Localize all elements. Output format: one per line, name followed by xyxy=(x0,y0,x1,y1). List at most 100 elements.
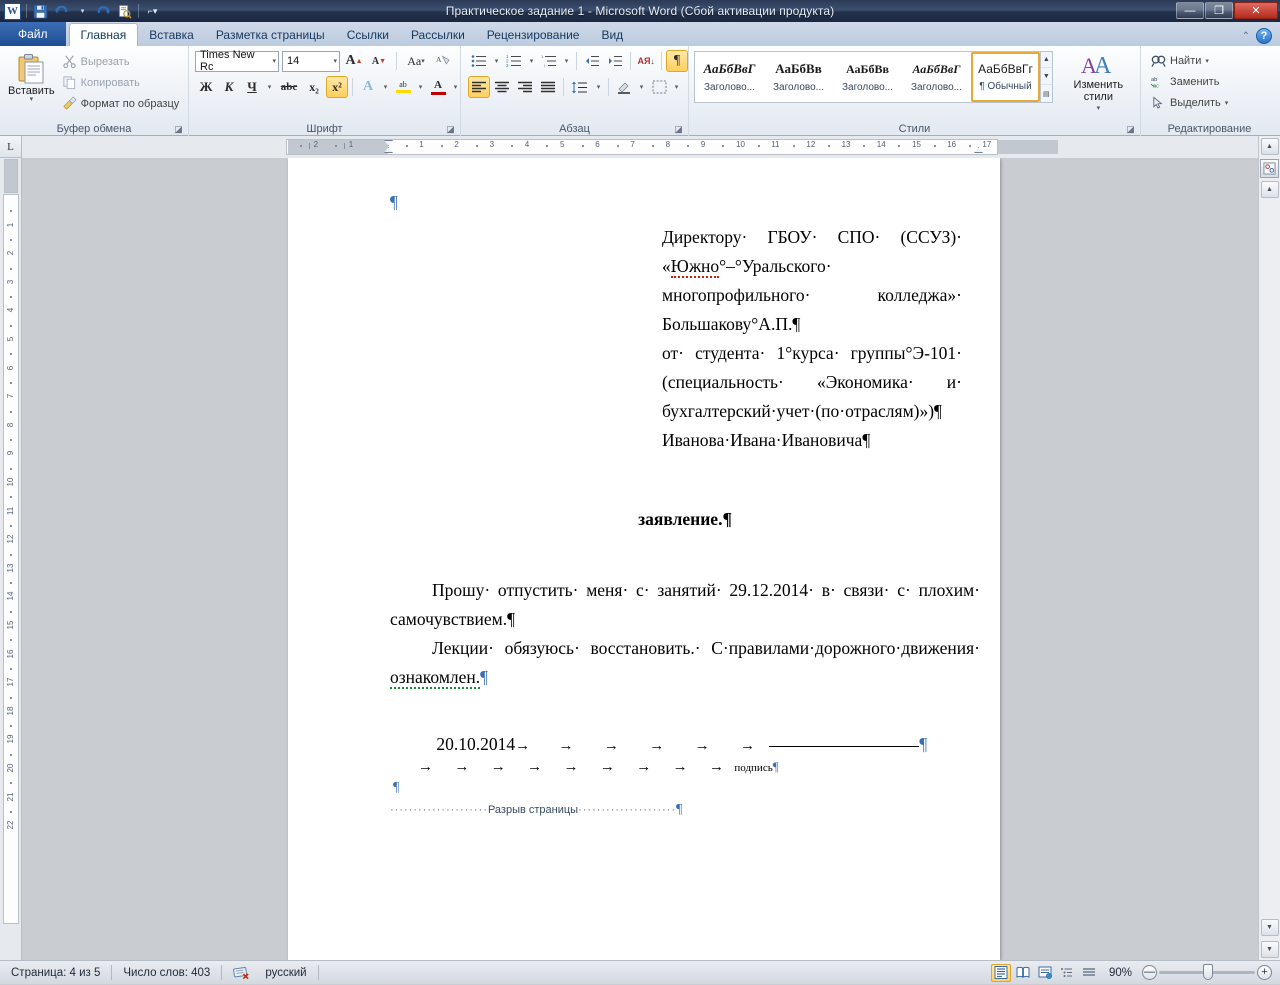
select-button[interactable]: Выделить ▾ xyxy=(1148,92,1231,113)
minimize-button[interactable]: — xyxy=(1176,2,1204,19)
subscript-button[interactable]: x₂ xyxy=(303,76,325,98)
style-item-heading-2[interactable]: АаБбВв Заголово... xyxy=(764,52,833,102)
tab-home[interactable]: Главная xyxy=(69,23,139,46)
find-caret-icon[interactable]: ▾ xyxy=(1205,57,1209,65)
bullets-button[interactable] xyxy=(468,50,490,72)
full-screen-reading-view-button[interactable] xyxy=(1013,964,1033,982)
styles-gallery[interactable]: АаБбВвГ Заголово... АаБбВв Заголово... А… xyxy=(694,51,1041,103)
bullets-dropdown-button[interactable]: ▾ xyxy=(491,50,502,72)
superscript-button[interactable]: x² xyxy=(326,76,348,98)
next-page-button[interactable]: ▼ xyxy=(1261,919,1279,936)
select-browse-object-button[interactable] xyxy=(1260,159,1279,178)
align-left-button[interactable] xyxy=(468,76,490,98)
paste-button[interactable]: Вставить ▾ xyxy=(4,49,59,105)
format-painter-button[interactable]: Формат по образцу xyxy=(59,93,183,114)
addressee-block[interactable]: Директору· ГБОУ· СПО· (ССУЗ)· «Южно°–°Ур… xyxy=(662,223,962,455)
undo-button[interactable] xyxy=(52,2,71,21)
zoom-slider-thumb[interactable] xyxy=(1203,964,1213,980)
zoom-level-label[interactable]: 90% xyxy=(1101,967,1140,979)
font-name-caret-icon[interactable]: ▾ xyxy=(268,57,276,65)
copy-button[interactable]: Копировать xyxy=(59,72,183,93)
underline-button[interactable]: Ч xyxy=(241,76,263,98)
borders-dropdown-button[interactable]: ▾ xyxy=(671,76,682,98)
borders-button[interactable] xyxy=(648,76,670,98)
close-button[interactable]: ✕ xyxy=(1234,2,1278,19)
document-scroll-area[interactable]: ¶ Директору· ГБОУ· СПО· (ССУЗ)· «Южно°–°… xyxy=(22,158,1258,960)
cut-button[interactable]: Вырезать xyxy=(59,51,183,72)
tab-review[interactable]: Рецензирование xyxy=(476,24,591,46)
style-item-normal[interactable]: АаБбВвГг ¶ Обычный xyxy=(971,52,1040,102)
line-spacing-dropdown-button[interactable]: ▾ xyxy=(593,76,604,98)
change-styles-caret-icon[interactable]: ▾ xyxy=(1097,103,1101,115)
word-count-indicator[interactable]: Число слов: 403 xyxy=(112,961,221,985)
tab-page-layout[interactable]: Разметка страницы xyxy=(205,24,336,46)
font-name-input[interactable]: Times New Rc ▾ xyxy=(195,51,279,72)
justify-button[interactable] xyxy=(537,76,559,98)
document-text-body[interactable]: ¶ Директору· ГБОУ· СПО· (ССУЗ)· «Южно°–°… xyxy=(390,188,980,817)
clipboard-dialog-launcher-icon[interactable]: ◪ xyxy=(173,124,184,135)
numbering-button[interactable]: 1 2 3 xyxy=(503,50,525,72)
underline-dropdown-button[interactable]: ▾ xyxy=(264,76,275,98)
align-center-button[interactable] xyxy=(491,76,513,98)
multilevel-list-button[interactable]: 1 i xyxy=(538,50,560,72)
minimize-ribbon-icon[interactable]: ⌃ xyxy=(1242,31,1250,42)
sort-button[interactable]: АЯ↓ xyxy=(635,50,657,72)
restore-button[interactable]: ❐ xyxy=(1205,2,1233,19)
text-effects-button[interactable]: A xyxy=(357,76,379,98)
find-button[interactable]: Найти ▾ xyxy=(1148,50,1212,71)
undo-dropdown-button[interactable]: ▾ xyxy=(73,2,92,21)
tab-stop-selector-button[interactable]: L xyxy=(0,136,22,158)
tab-file[interactable]: Файл xyxy=(0,22,66,46)
replace-button[interactable]: ab ac Заменить xyxy=(1148,71,1222,92)
scroll-down-button[interactable]: ▼ xyxy=(1261,941,1279,958)
zoom-slider[interactable] xyxy=(1159,971,1255,974)
increase-indent-button[interactable] xyxy=(604,50,626,72)
redo-button[interactable] xyxy=(94,2,113,21)
font-size-input[interactable]: 14 ▾ xyxy=(282,51,340,72)
grow-font-button[interactable]: A▲ xyxy=(343,50,365,72)
word-logo-button[interactable]: W xyxy=(3,2,22,21)
highlight-dropdown-button[interactable]: ▾ xyxy=(415,76,426,98)
shrink-font-button[interactable]: A▼ xyxy=(368,50,390,72)
styles-gallery-scrollbar[interactable]: ▲ ▼ ▤ xyxy=(1041,51,1053,103)
previous-page-button[interactable]: ▲ xyxy=(1261,181,1279,198)
change-case-button[interactable]: Aa▾ xyxy=(403,50,429,72)
zoom-in-button[interactable]: + xyxy=(1257,965,1272,980)
web-layout-view-button[interactable] xyxy=(1035,964,1055,982)
document-page[interactable]: ¶ Директору· ГБОУ· СПО· (ССУЗ)· «Южно°–°… xyxy=(288,158,1000,960)
vertical-ruler[interactable]: 12345678910111213141516171819202122 xyxy=(0,158,22,960)
styles-scroll-down-button[interactable]: ▼ xyxy=(1041,69,1052,85)
tab-references[interactable]: Ссылки xyxy=(336,24,400,46)
align-right-button[interactable] xyxy=(514,76,536,98)
paste-caret-icon[interactable]: ▾ xyxy=(30,95,34,103)
save-button[interactable] xyxy=(31,2,50,21)
print-preview-button[interactable] xyxy=(115,2,134,21)
scroll-up-button[interactable]: ▲ xyxy=(1261,138,1279,155)
strikethrough-button[interactable]: abc xyxy=(276,76,302,98)
styles-more-button[interactable]: ▤ xyxy=(1041,86,1052,102)
tab-mailings[interactable]: Рассылки xyxy=(400,24,476,46)
help-button[interactable]: ? xyxy=(1256,28,1272,44)
quick-access-toolbar[interactable]: W ▾ xyxy=(0,0,162,22)
bold-button[interactable]: Ж xyxy=(195,76,217,98)
font-dialog-launcher-icon[interactable]: ◪ xyxy=(445,124,456,135)
font-size-caret-icon[interactable]: ▾ xyxy=(329,57,337,65)
style-item-heading-3[interactable]: АаБбВв Заголово... xyxy=(833,52,902,102)
proofing-status-button[interactable] xyxy=(222,961,261,985)
horizontal-ruler[interactable]: 211234567891011121314151617 xyxy=(22,136,1258,158)
styles-dialog-launcher-icon[interactable]: ◪ xyxy=(1125,124,1136,135)
page-indicator[interactable]: Страница: 4 из 5 xyxy=(0,961,111,985)
print-layout-view-button[interactable] xyxy=(991,964,1011,982)
vertical-scrollbar[interactable]: ▲ ▲ ▼ ▼ xyxy=(1258,136,1280,960)
styles-scroll-up-button[interactable]: ▲ xyxy=(1041,52,1052,68)
style-item-heading-4[interactable]: АаБбВвГ Заголово... xyxy=(902,52,971,102)
outline-view-button[interactable] xyxy=(1057,964,1077,982)
italic-button[interactable]: К xyxy=(218,76,240,98)
line-spacing-button[interactable] xyxy=(568,76,592,98)
paragraph-dialog-launcher-icon[interactable]: ◪ xyxy=(673,124,684,135)
zoom-out-button[interactable]: — xyxy=(1142,965,1157,980)
change-styles-button[interactable]: A A Изменить стили ▾ xyxy=(1061,49,1136,117)
customize-qat-button[interactable]: ⌐▾ xyxy=(143,2,162,21)
style-item-heading-1[interactable]: АаБбВвГ Заголово... xyxy=(695,52,764,102)
tab-view[interactable]: Вид xyxy=(590,24,634,46)
